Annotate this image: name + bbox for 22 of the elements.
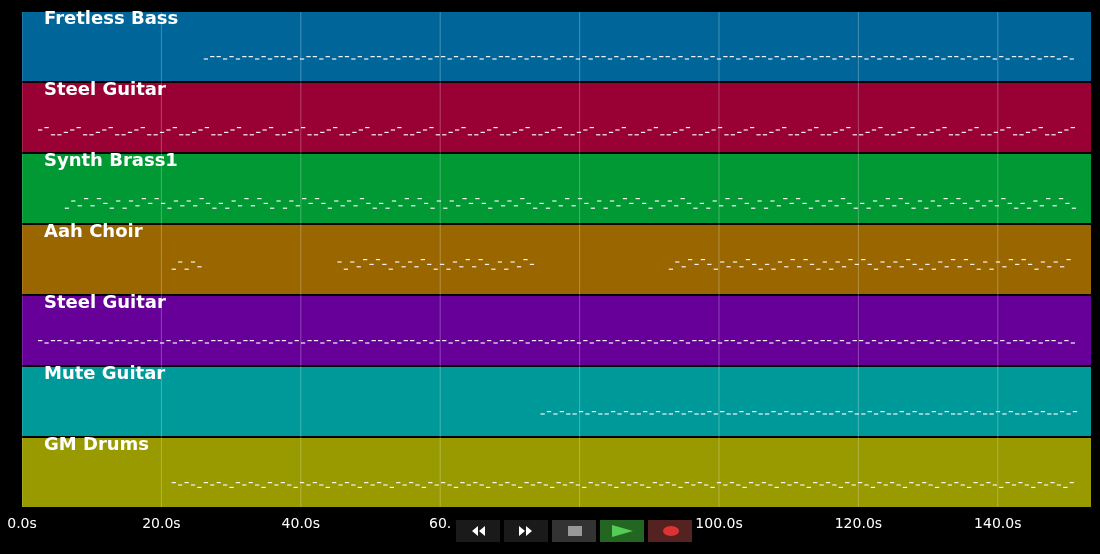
fast-forward-button[interactable] [504, 520, 548, 542]
track-name: Mute Guitar [44, 362, 166, 384]
axis-tick-label: 20.0s [142, 515, 181, 531]
axis-tick-label: 0.0s [7, 515, 37, 531]
track-name: Steel Guitar [44, 291, 166, 313]
record-icon [661, 525, 679, 537]
stop-button[interactable] [552, 520, 596, 542]
axis-tick-label: 140.0s [974, 515, 1022, 531]
track-name: Fretless Bass [44, 7, 179, 29]
play-icon [610, 525, 634, 537]
axis-tick-label: 40.0s [281, 515, 321, 531]
rewind-button[interactable] [456, 520, 500, 542]
axis-tick-label: 100.0s [695, 515, 743, 531]
stop-icon [565, 525, 583, 537]
axis-tick-label: 120.0s [834, 515, 883, 531]
track-name: Steel Guitar [44, 78, 166, 100]
axis-tick-label: 60. [429, 515, 452, 531]
track-name: Synth Brass1 [44, 149, 178, 171]
play-button[interactable] [600, 520, 644, 542]
track-name: Aah Choir [44, 220, 143, 242]
track-name: GM Drums [44, 433, 150, 455]
record-button[interactable] [648, 520, 692, 542]
